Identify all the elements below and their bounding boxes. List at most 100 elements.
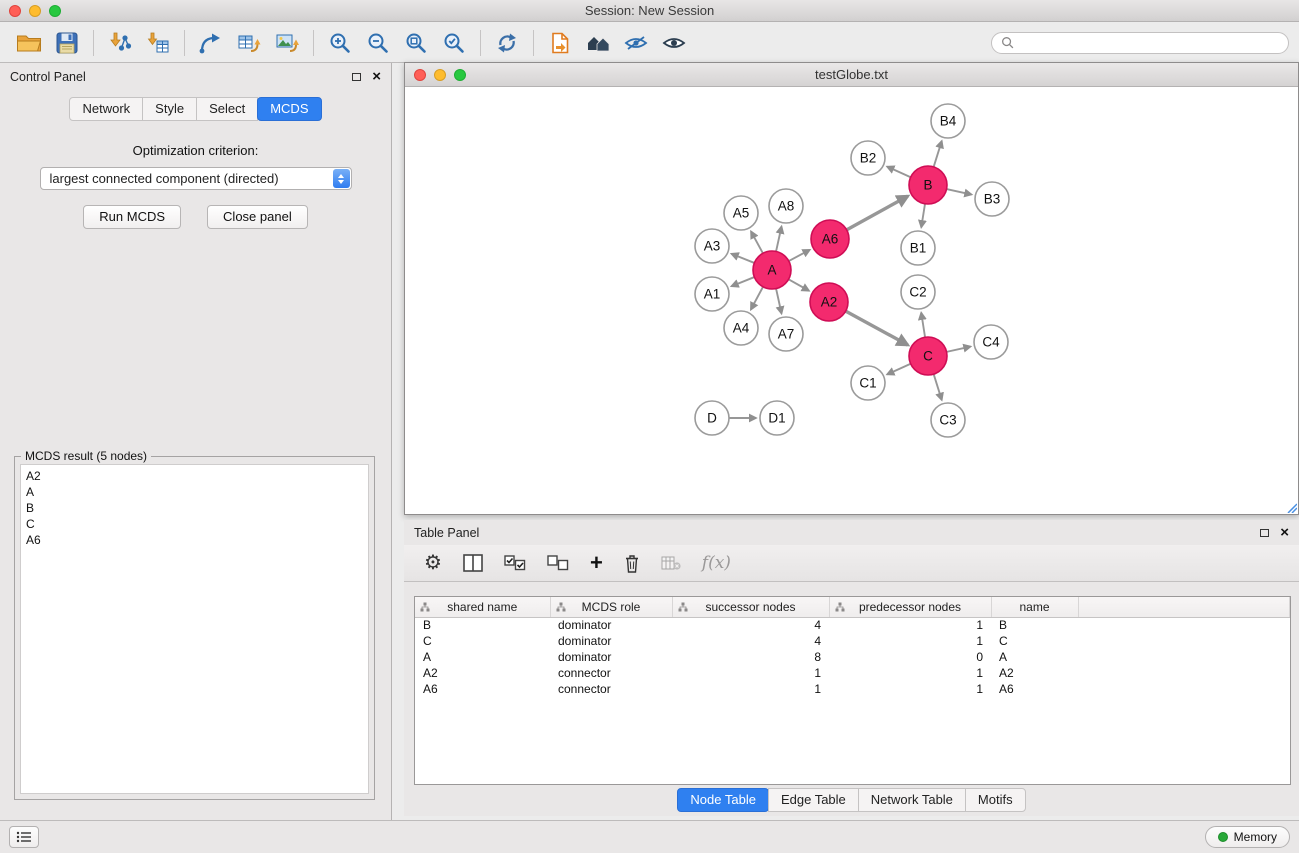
table-row[interactable]: Cdominator41C	[415, 633, 1290, 649]
graph-node-A5[interactable]: A5	[724, 196, 758, 230]
graph-node-C3[interactable]: C3	[931, 403, 965, 437]
table-settings-button[interactable]: ⚙	[424, 553, 442, 573]
graph-edge[interactable]	[934, 141, 942, 167]
export-image-button[interactable]	[268, 27, 306, 59]
graph-node-C1[interactable]: C1	[851, 366, 885, 400]
add-row-button[interactable]: +	[590, 554, 603, 572]
document-button[interactable]	[541, 27, 579, 59]
minimize-network-window-button[interactable]	[434, 69, 446, 81]
column-header-name[interactable]: name	[991, 597, 1078, 617]
show-button[interactable]	[655, 27, 693, 59]
task-history-button[interactable]	[9, 826, 39, 848]
graph-node-B3[interactable]: B3	[975, 182, 1009, 216]
tab-style[interactable]: Style	[142, 97, 197, 121]
zoom-window-button[interactable]	[49, 5, 61, 17]
result-item[interactable]: B	[26, 500, 363, 516]
graph-node-A1[interactable]: A1	[695, 277, 729, 311]
memory-button[interactable]: Memory	[1205, 826, 1290, 848]
graph-edge[interactable]	[731, 254, 754, 263]
graph-edge[interactable]	[847, 196, 908, 230]
network-window-titlebar[interactable]: testGlobe.txt	[405, 63, 1298, 87]
graph-edge[interactable]	[731, 277, 754, 286]
close-panel-icon[interactable]: ×	[372, 72, 381, 82]
graph-node-A4[interactable]: A4	[724, 311, 758, 345]
graph-node-D[interactable]: D	[695, 401, 729, 435]
table-row[interactable]: A6connector11A6	[415, 681, 1290, 697]
graph-edge[interactable]	[921, 313, 925, 337]
column-header-successor-nodes[interactable]: successor nodes	[672, 597, 829, 617]
graph-edge[interactable]	[934, 374, 942, 400]
export-network-button[interactable]	[192, 27, 230, 59]
zoom-fit-button[interactable]	[397, 27, 435, 59]
graph-edge[interactable]	[887, 364, 911, 375]
graph-node-B4[interactable]: B4	[931, 104, 965, 138]
graph-node-B1[interactable]: B1	[901, 231, 935, 265]
tab-mcds[interactable]: MCDS	[257, 97, 321, 121]
search-field[interactable]	[991, 32, 1289, 54]
graph-edge[interactable]	[789, 250, 810, 261]
network-graph[interactable]: B4B2BB3A5A8A6B1A3AC2A1A2A4A7C4CC1C3DD1	[405, 88, 1298, 515]
resize-grip[interactable]	[1285, 501, 1297, 513]
zoom-in-button[interactable]	[321, 27, 359, 59]
graph-node-A6[interactable]: A6	[811, 220, 849, 258]
clear-table-button[interactable]	[661, 555, 681, 571]
tab-network-table[interactable]: Network Table	[858, 788, 966, 812]
graph-node-B2[interactable]: B2	[851, 141, 885, 175]
graph-node-A3[interactable]: A3	[695, 229, 729, 263]
graph-node-B[interactable]: B	[909, 166, 947, 204]
zoom-selected-button[interactable]	[435, 27, 473, 59]
graph-node-A8[interactable]: A8	[769, 189, 803, 223]
graph-edge[interactable]	[751, 231, 763, 253]
result-item[interactable]: A6	[26, 532, 363, 548]
refresh-button[interactable]	[488, 27, 526, 59]
hide-button[interactable]	[617, 27, 655, 59]
float-panel-icon[interactable]	[352, 73, 361, 81]
graph-edge[interactable]	[921, 204, 925, 227]
run-mcds-button[interactable]: Run MCDS	[83, 205, 181, 229]
delete-row-button[interactable]	[624, 554, 640, 573]
close-panel-button[interactable]: Close panel	[207, 205, 308, 229]
select-all-button[interactable]	[504, 555, 526, 571]
graph-edge[interactable]	[846, 311, 908, 345]
graph-node-C[interactable]: C	[909, 337, 947, 375]
close-table-panel-icon[interactable]: ×	[1280, 528, 1289, 538]
graph-edge[interactable]	[947, 189, 972, 194]
zoom-network-window-button[interactable]	[454, 69, 466, 81]
column-header-predecessor-nodes[interactable]: predecessor nodes	[829, 597, 991, 617]
tab-edge-table[interactable]: Edge Table	[768, 788, 859, 812]
tab-motifs[interactable]: Motifs	[965, 788, 1026, 812]
save-session-button[interactable]	[48, 27, 86, 59]
graph-node-C2[interactable]: C2	[901, 275, 935, 309]
import-table-button[interactable]	[139, 27, 177, 59]
function-builder-button[interactable]: f(x)	[702, 553, 731, 573]
graph-node-A2[interactable]: A2	[810, 283, 848, 321]
result-item[interactable]: A2	[26, 468, 363, 484]
result-item[interactable]: A	[26, 484, 363, 500]
result-item[interactable]: C	[26, 516, 363, 532]
close-network-window-button[interactable]	[414, 69, 426, 81]
deselect-all-button[interactable]	[547, 555, 569, 571]
zoom-out-button[interactable]	[359, 27, 397, 59]
tab-select[interactable]: Select	[196, 97, 258, 121]
export-table-button[interactable]	[230, 27, 268, 59]
table-row[interactable]: Bdominator41B	[415, 617, 1290, 633]
home-button[interactable]	[579, 27, 617, 59]
table-row[interactable]: Adominator80A	[415, 649, 1290, 665]
open-session-button[interactable]	[10, 27, 48, 59]
optimization-criterion-dropdown[interactable]: largest connected component (directed)	[40, 167, 352, 190]
search-input[interactable]	[1019, 36, 1279, 50]
network-canvas[interactable]: B4B2BB3A5A8A6B1A3AC2A1A2A4A7C4CC1C3DD1	[405, 88, 1298, 514]
graph-edge[interactable]	[789, 279, 809, 290]
graph-edge[interactable]	[776, 227, 781, 252]
graph-node-D1[interactable]: D1	[760, 401, 794, 435]
graph-edge[interactable]	[776, 289, 781, 314]
graph-edge[interactable]	[751, 287, 763, 310]
graph-node-C4[interactable]: C4	[974, 325, 1008, 359]
float-table-panel-icon[interactable]	[1260, 529, 1269, 537]
mcds-result-list[interactable]: A2ABCA6	[20, 464, 369, 794]
column-options-button[interactable]	[463, 554, 483, 572]
graph-edge[interactable]	[887, 167, 911, 178]
import-network-button[interactable]	[101, 27, 139, 59]
tab-network[interactable]: Network	[69, 97, 143, 121]
graph-node-A[interactable]: A	[753, 251, 791, 289]
